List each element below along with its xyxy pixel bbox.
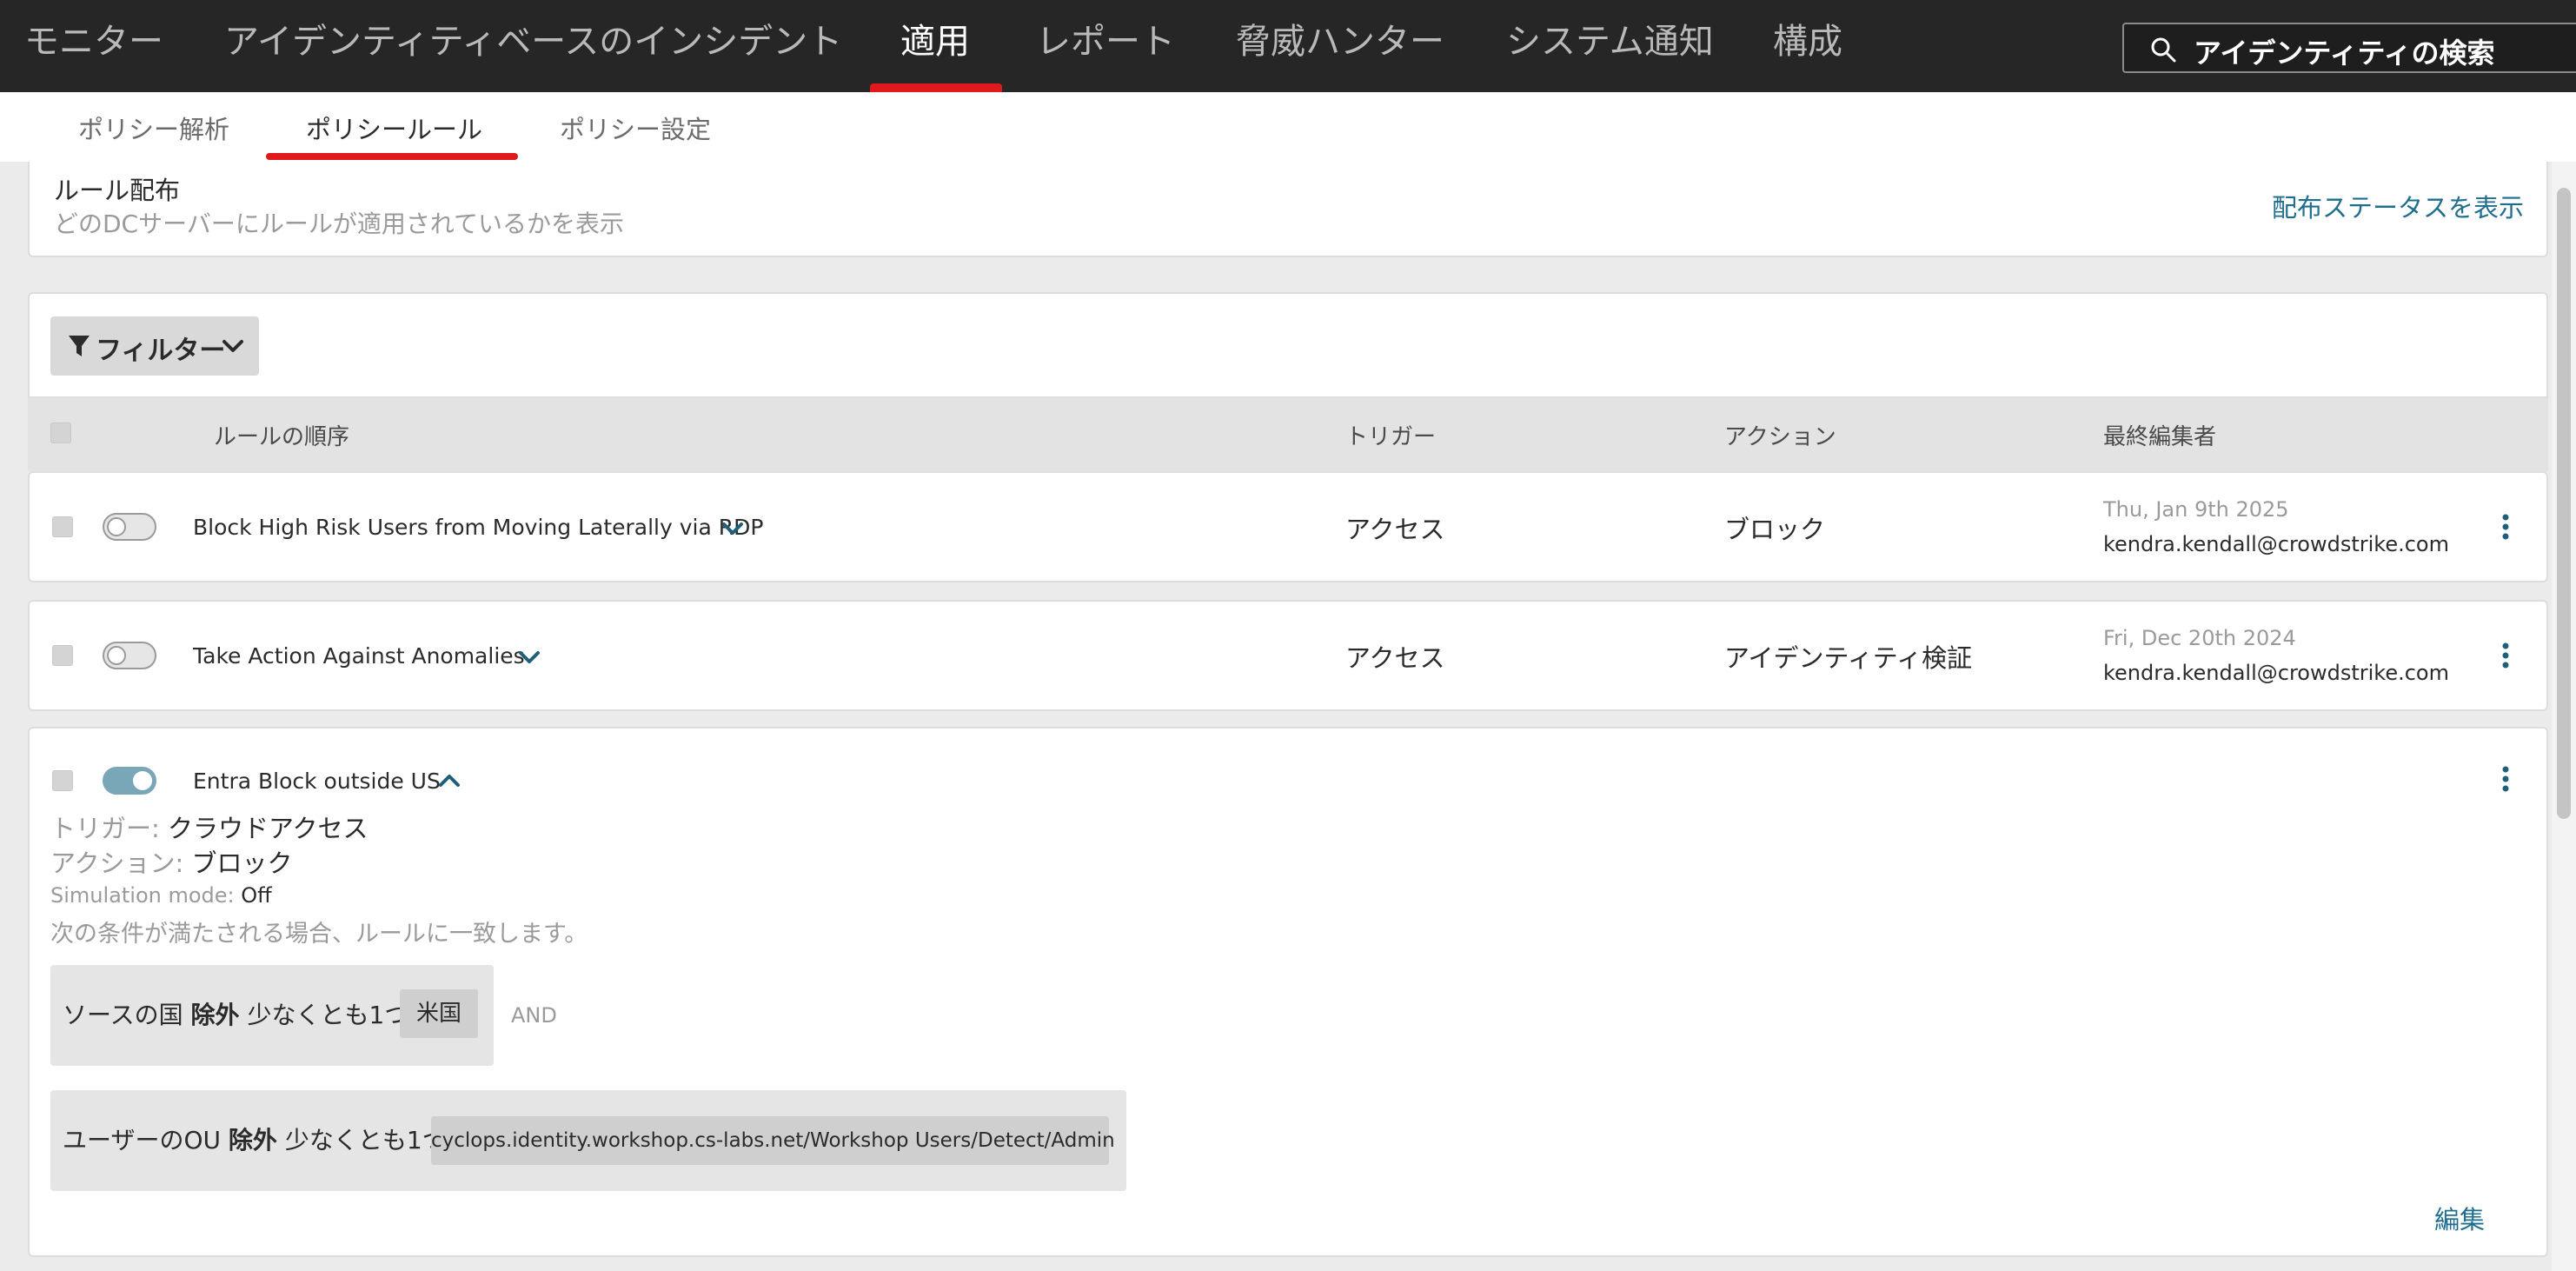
action-label: アクション: [50, 848, 192, 878]
header-last-editor[interactable]: 最終編集者 [2103, 419, 2216, 451]
filter-bar [28, 292, 2548, 398]
rule-trigger: アクセス [1345, 515, 1445, 544]
rule-enable-toggle[interactable] [103, 642, 156, 669]
table-header: ルールの順序 トリガー アクション 最終編集者 [28, 398, 2548, 471]
row-checkbox[interactable] [52, 770, 73, 791]
search-label: アイデンティティの検索 [2194, 37, 2495, 70]
condition-value-chip: 米国 [400, 989, 478, 1038]
nav-active-indicator [870, 83, 1002, 92]
top-navigation: モニター アイデンティティベースのインシデント 適用 レポート 脅威ハンター シ… [0, 0, 2576, 92]
tab-policy-rules[interactable]: ポリシールール [306, 110, 482, 146]
toggle-knob [133, 771, 152, 790]
rule-name: Block High Risk Users from Moving Latera… [193, 515, 764, 540]
search-icon [2151, 37, 2176, 63]
identity-search[interactable]: アイデンティティの検索 [2122, 23, 2576, 73]
view-distribution-status-link[interactable]: 配布ステータスを表示 [2272, 188, 2524, 224]
condition-text: ソースの国 除外 少なくとも1つ [63, 996, 408, 1031]
rule-action: アイデンティティ検証 [1724, 643, 1973, 673]
table-row: Take Action Against Anomalies アクセス アイデンテ… [28, 600, 2548, 711]
toggle-knob [107, 517, 126, 536]
header-action[interactable]: アクション [1724, 419, 1836, 451]
rule-enable-toggle[interactable] [103, 513, 156, 541]
more-options-icon[interactable] [2501, 513, 2510, 541]
condition-quantifier: 少なくとも1つ [247, 1001, 409, 1029]
condition-operator: 除外 [190, 1001, 240, 1029]
row-checkbox[interactable] [52, 645, 73, 666]
nav-monitor[interactable]: モニター [24, 0, 163, 92]
trigger-value: クラウドアクセス [168, 814, 368, 843]
scrollbar-thumb[interactable] [2557, 188, 2571, 819]
rule-name: Take Action Against Anomalies [193, 643, 525, 669]
rule-action: ブロック [1724, 515, 1826, 544]
chevron-down-icon [222, 340, 243, 352]
condition-field: ソースの国 [63, 1001, 183, 1029]
condition-quantifier: 少なくとも1つ [284, 1126, 447, 1155]
nav-system-notifications[interactable]: システム通知 [1506, 0, 1714, 92]
table-row: Block High Risk Users from Moving Latera… [28, 471, 2548, 582]
nav-configure[interactable]: 構成 [1773, 0, 1842, 92]
rule-distribution-subtitle: どのDCサーバーにルールが適用されているかを表示 [54, 210, 624, 238]
match-description: 次の条件が満たされる場合、ルールに一致します。 [50, 921, 588, 948]
last-edited-date: Fri, Dec 20th 2024 [2103, 626, 2296, 650]
rule-distribution-title: ルール配布 [54, 176, 181, 205]
tab-policy-analysis[interactable]: ポリシー解析 [78, 110, 229, 146]
toggle-knob [107, 646, 126, 665]
condition-block: ユーザーのOU 除外 少なくとも1つ cyclops.identity.work… [50, 1090, 1126, 1191]
header-rule-order[interactable]: ルールの順序 [214, 419, 349, 451]
simulation-mode-label: Simulation mode: [50, 883, 242, 908]
condition-block: ソースの国 除外 少なくとも1つ 米国 [50, 965, 494, 1066]
rule-trigger: アクセス [1345, 643, 1445, 673]
nav-reports[interactable]: レポート [1036, 0, 1175, 92]
action-value: ブロック [191, 848, 293, 878]
rule-action-detail: アクション: ブロック [50, 843, 293, 880]
nav-identity-incidents[interactable]: アイデンティティベースのインシデント [224, 0, 842, 92]
condition-text: ユーザーのOU 除外 少なくとも1つ [63, 1121, 447, 1156]
rule-trigger-detail: トリガー: クラウドアクセス [50, 809, 368, 845]
select-all-checkbox[interactable] [50, 423, 71, 443]
rule-name: Entra Block outside US [193, 769, 441, 794]
funnel-icon [69, 336, 90, 356]
condition-joiner: AND [511, 1003, 557, 1028]
nav-enforce[interactable]: 適用 [900, 0, 970, 92]
more-options-icon[interactable] [2501, 765, 2510, 793]
simulation-mode-detail: Simulation mode: Off [50, 883, 272, 908]
nav-threat-hunter[interactable]: 脅威ハンター [1236, 0, 1444, 92]
trigger-label: トリガー: [50, 814, 168, 843]
tab-active-indicator [266, 153, 518, 160]
row-checkbox[interactable] [52, 516, 73, 537]
last-editor: kendra.kendall@crowdstrike.com [2103, 661, 2449, 685]
edit-rule-link[interactable]: 編集 [2434, 1200, 2485, 1236]
header-trigger[interactable]: トリガー [1345, 419, 1436, 451]
last-edited-date: Thu, Jan 9th 2025 [2103, 497, 2289, 522]
condition-value-chip: cyclops.identity.workshop.cs-labs.net/Wo… [431, 1116, 1115, 1165]
more-options-icon[interactable] [2501, 642, 2510, 669]
chevron-down-icon[interactable] [518, 650, 541, 666]
page-scrollbar[interactable] [2552, 162, 2576, 1271]
condition-field: ユーザーのOU [63, 1126, 221, 1155]
filter-button[interactable]: フィルター [50, 316, 259, 376]
sub-navigation: ポリシー解析 ポリシールール ポリシー設定 [0, 92, 2576, 162]
chevron-down-icon[interactable] [721, 522, 744, 537]
condition-operator: 除外 [228, 1126, 277, 1155]
rule-enable-toggle[interactable] [103, 767, 156, 795]
filter-label: フィルター [96, 336, 226, 366]
chevron-up-icon[interactable] [438, 772, 461, 788]
last-editor: kendra.kendall@crowdstrike.com [2103, 532, 2449, 556]
simulation-mode-value: Off [241, 883, 272, 908]
tab-policy-settings[interactable]: ポリシー設定 [560, 110, 711, 146]
